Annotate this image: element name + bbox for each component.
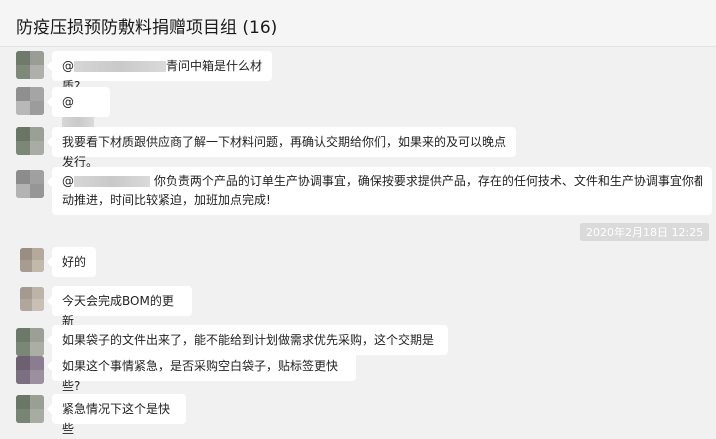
chat-header: 防疫压损预防敷料捐赠项目组 (16) — [0, 0, 716, 47]
message-text: 紧急情况下这个是快些 — [62, 402, 171, 436]
redacted-name — [74, 176, 150, 187]
message-bubble: 如果这个事情紧急，是否采购空白袋子，贴标签更快些? — [47, 351, 356, 393]
timestamp: 2020年2月18日 12:25 — [580, 223, 710, 241]
message-bubble: 紧急情况下这个是快些 — [47, 394, 186, 436]
avatar[interactable] — [20, 248, 44, 272]
redacted-name — [74, 61, 166, 72]
message-bubble: @ — [47, 87, 110, 128]
avatar[interactable] — [20, 287, 44, 311]
message-text: 今天会完成BOM的更新 — [62, 294, 174, 328]
message-bubble: @ 青问中箱是什么材质? — [47, 51, 272, 93]
message-text: 好的 — [62, 255, 87, 269]
avatar[interactable] — [16, 87, 44, 115]
avatar[interactable] — [16, 328, 44, 356]
chat-title: 防疫压损预防敷料捐赠项目组 (16) — [16, 18, 278, 38]
message-text: 我要看下材质跟供应商了解一下材料问题，再确认交期给你们，如果来的及可以晚点发行。 — [62, 135, 507, 169]
mention: @ — [62, 59, 74, 73]
message-bubble: 我要看下材质跟供应商了解一下材料问题，再确认交期给你们，如果来的及可以晚点发行。 — [47, 127, 516, 169]
avatar[interactable] — [16, 395, 44, 423]
avatar[interactable] — [16, 356, 44, 384]
message-text: 如果这个事情紧急，是否采购空白袋子，贴标签更快些? — [62, 359, 339, 393]
avatar[interactable] — [16, 51, 44, 79]
avatar[interactable] — [16, 127, 44, 155]
message-text-line1: 你负责两个产品的订单生产协调事宜，确保按要求提供产品，存在的任何技术、文件和生产… — [153, 174, 702, 188]
message-bubble: 今天会完成BOM的更新 — [47, 286, 192, 328]
mention: @ — [62, 95, 74, 109]
message-bubble: 好的 — [47, 247, 96, 277]
message-bubble: @ 你负责两个产品的订单生产协调事宜，确保按要求提供产品，存在的任何技术、文件和… — [47, 167, 712, 215]
mention: @ — [62, 174, 74, 188]
message-text-line2: 动推进，时间比较紧迫，加班加点完成! — [62, 193, 271, 207]
avatar[interactable] — [16, 170, 44, 198]
